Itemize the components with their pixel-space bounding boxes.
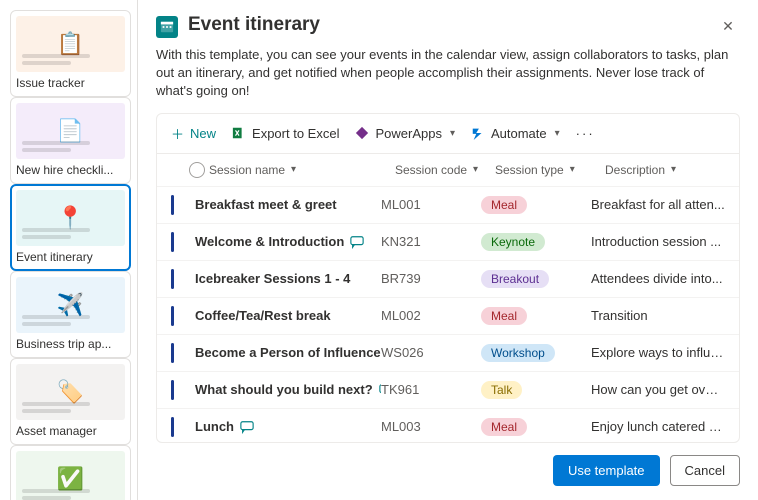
col-session-code[interactable]: Session code▾ [395,163,495,177]
cell-session-type: Meal [481,307,591,325]
template-thumb: 📍 [16,190,125,246]
chevron-down-icon: ▾ [450,128,455,139]
cell-session-type: Workshop [481,344,591,362]
template-card[interactable]: 📍 Event itinerary [10,184,131,271]
table-row[interactable]: Welcome & Introduction KN321 Keynote Int… [157,223,739,260]
cell-description: Explore ways to influe... [591,345,725,360]
cell-description: Introduction session ... [591,234,725,249]
cell-session-code: WS026 [381,345,481,360]
dialog-footer: Use template Cancel [156,443,740,486]
chevron-down-icon: ▾ [555,128,560,139]
page-description: With this template, you can see your eve… [156,46,740,101]
list-preview: ＋ New Export to Excel PowerApps ▾ Automa… [156,113,740,443]
row-accent [171,306,174,326]
row-accent [171,343,174,363]
template-thumb: 🏷️ [16,364,125,420]
row-accent [171,380,174,400]
template-sidebar: 📋 Issue tracker 📄 New hire checkli... 📍 … [0,0,138,500]
row-accent [171,269,174,289]
table-row[interactable]: Coffee/Tea/Rest break ML002 Meal Transit… [157,297,739,334]
template-thumb: 📋 [16,16,125,72]
table-row[interactable]: Become a Person of Influence WS026 Works… [157,334,739,371]
cell-description: How can you get over... [591,382,725,397]
cell-session-code: KN321 [381,234,481,249]
plus-icon: ＋ [171,124,184,143]
column-header-row: Session name▾ Session code▾ Session type… [157,153,739,186]
rows-container: Breakfast meet & greet ML001 Meal Breakf… [157,186,739,442]
calendar-icon [156,16,178,38]
cancel-button[interactable]: Cancel [670,455,740,486]
template-thumb: ✅ [16,451,125,500]
automate-icon [471,126,485,140]
template-label: New hire checkli... [16,163,125,177]
cell-session-type: Breakout [481,270,591,288]
new-label: New [190,126,216,141]
main-panel: Event itinerary ✕ With this template, yo… [138,0,758,500]
select-all-toggle[interactable] [189,162,205,178]
list-toolbar: ＋ New Export to Excel PowerApps ▾ Automa… [157,114,739,153]
automate-button[interactable]: Automate ▾ [471,126,560,141]
chevron-down-icon: ▾ [291,164,296,175]
close-icon: ✕ [722,18,734,35]
template-thumb: ✈️ [16,277,125,333]
powerapps-button[interactable]: PowerApps ▾ [355,126,455,141]
more-button[interactable]: ··· [576,126,595,141]
export-excel-button[interactable]: Export to Excel [232,126,339,141]
cell-session-type: Meal [481,418,591,436]
cell-description: Attendees divide into... [591,271,725,286]
chevron-down-icon: ▾ [570,164,575,175]
template-label: Event itinerary [16,250,125,264]
chevron-down-icon: ▾ [473,164,478,175]
template-label: Issue tracker [16,76,125,90]
table-row[interactable]: Breakfast meet & greet ML001 Meal Breakf… [157,186,739,223]
cell-session-name: Breakfast meet & greet [195,197,381,212]
template-card[interactable]: ✈️ Business trip ap... [10,271,131,358]
table-row[interactable]: What should you build next? TK961 Talk H… [157,371,739,408]
table-row[interactable]: Lunch ML003 Meal Enjoy lunch catered b..… [157,408,739,442]
export-label: Export to Excel [252,126,339,141]
excel-icon [232,126,246,140]
cell-session-name: Coffee/Tea/Rest break [195,308,381,323]
row-accent [171,195,174,215]
template-label: Asset manager [16,424,125,438]
cell-session-type: Talk [481,381,591,399]
table-row[interactable]: Icebreaker Sessions 1 - 4 BR739 Breakout… [157,260,739,297]
new-button[interactable]: ＋ New [171,124,216,143]
cell-session-type: Meal [481,196,591,214]
page-title: Event itinerary [188,14,320,36]
template-card[interactable]: 📄 New hire checkli... [10,97,131,184]
comment-icon [240,420,254,434]
cell-session-name: What should you build next? [195,382,381,397]
cell-session-name: Become a Person of Influence [195,345,381,360]
cell-session-code: ML002 [381,308,481,323]
row-accent [171,417,174,437]
template-label: Business trip ap... [16,337,125,351]
template-card[interactable]: ✅ [10,445,131,500]
template-card[interactable]: 🏷️ Asset manager [10,358,131,445]
cell-session-code: ML003 [381,419,481,434]
cell-session-type: Keynote [481,233,591,251]
use-template-button[interactable]: Use template [553,455,660,486]
col-description[interactable]: Description▾ [605,163,725,177]
cell-session-code: ML001 [381,197,481,212]
close-button[interactable]: ✕ [716,14,740,38]
cell-session-code: TK961 [381,382,481,397]
row-accent [171,232,174,252]
template-thumb: 📄 [16,103,125,159]
template-card[interactable]: 📋 Issue tracker [10,10,131,97]
automate-label: Automate [491,126,547,141]
cell-session-name: Welcome & Introduction [195,234,381,249]
cell-description: Enjoy lunch catered b... [591,419,725,434]
cell-description: Breakfast for all atten... [591,197,725,212]
comment-icon [350,235,364,249]
cell-session-name: Lunch [195,419,381,434]
col-session-name[interactable]: Session name▾ [209,163,395,177]
cell-session-name: Icebreaker Sessions 1 - 4 [195,271,381,286]
col-session-type[interactable]: Session type▾ [495,163,605,177]
cell-description: Transition [591,308,725,323]
powerapps-label: PowerApps [375,126,441,141]
cell-session-code: BR739 [381,271,481,286]
powerapps-icon [355,126,369,140]
chevron-down-icon: ▾ [671,164,676,175]
